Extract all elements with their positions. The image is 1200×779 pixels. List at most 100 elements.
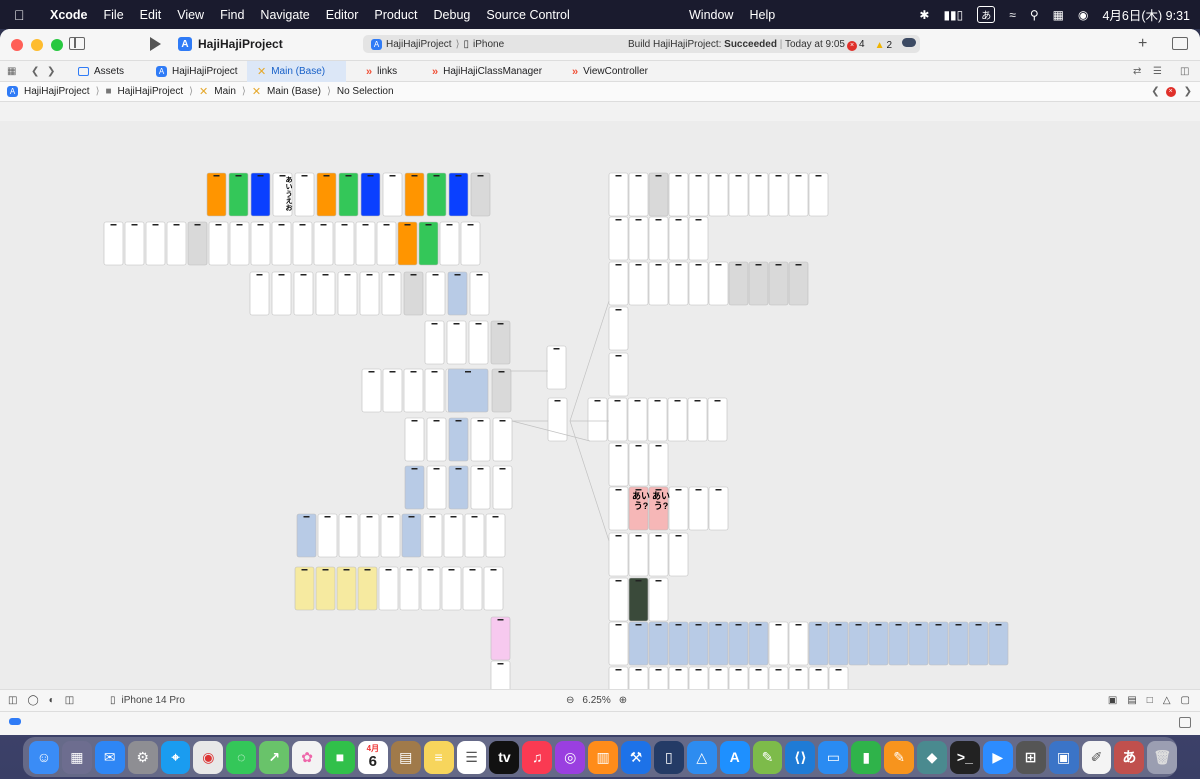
menu-source-control[interactable]: Source Control <box>478 8 577 22</box>
scene-thumbnail[interactable] <box>768 621 789 666</box>
scene-thumbnail[interactable] <box>808 621 829 666</box>
scene-thumbnail[interactable] <box>382 172 403 217</box>
scene-thumbnail[interactable] <box>648 216 669 261</box>
breadcrumb-item[interactable]: No Selection <box>337 86 394 97</box>
xcode-icon[interactable]: ⚒ <box>621 740 651 774</box>
scene-thumbnail[interactable] <box>648 442 669 487</box>
menu-help[interactable]: Help <box>741 8 783 22</box>
spotlight-icon[interactable]: ⚲ <box>1030 8 1039 22</box>
inspector-toggle-icon[interactable] <box>1172 37 1188 50</box>
scene-thumbnail[interactable] <box>968 621 989 666</box>
scene-thumbnail[interactable] <box>422 513 443 558</box>
vscode-icon[interactable]: ⟨⟩ <box>785 740 816 774</box>
scene-thumbnail[interactable] <box>828 621 849 666</box>
scene-thumbnail[interactable] <box>206 172 227 217</box>
scene-thumbnail[interactable] <box>313 221 334 266</box>
scene-thumbnail[interactable] <box>404 417 425 462</box>
menu-debug[interactable]: Debug <box>426 8 479 22</box>
wifi-icon[interactable]: ≈ <box>1009 8 1016 22</box>
split-editor-icon[interactable]: ◫ <box>1180 66 1189 77</box>
scene-thumbnail[interactable] <box>462 566 483 611</box>
scene-thumbnail[interactable] <box>728 172 749 217</box>
warning-count[interactable]: ▲ 2 <box>875 40 892 51</box>
scene-thumbnail[interactable] <box>707 397 728 442</box>
scene-thumbnail[interactable] <box>788 621 809 666</box>
scene-thumbnail[interactable] <box>490 660 511 689</box>
scene-thumbnail[interactable] <box>381 271 402 316</box>
scene-thumbnail[interactable] <box>470 465 491 510</box>
menu-edit[interactable]: Edit <box>132 8 170 22</box>
scene-thumbnail[interactable] <box>420 566 441 611</box>
run-button[interactable] <box>150 37 161 51</box>
resolve-issues-icon[interactable]: △ <box>1163 695 1171 706</box>
scene-thumbnail[interactable] <box>250 221 271 266</box>
scene-thumbnail[interactable] <box>648 532 669 577</box>
scene-thumbnail[interactable] <box>316 172 337 217</box>
reminders-icon[interactable]: ☰ <box>456 740 487 774</box>
tab-links[interactable]: » links <box>356 61 407 82</box>
scene-thumbnail[interactable] <box>315 271 336 316</box>
scene-thumbnail[interactable] <box>868 621 889 666</box>
scene-thumbnail[interactable] <box>418 221 439 266</box>
scene-thumbnail[interactable] <box>608 442 629 487</box>
scene-thumbnail[interactable] <box>103 221 124 266</box>
scene-thumbnail[interactable] <box>426 465 447 510</box>
scene-thumbnail[interactable] <box>359 271 380 316</box>
breadcrumb-item[interactable]: Main <box>214 86 236 97</box>
tab-view-controller[interactable]: » ViewController <box>562 61 658 82</box>
scene-thumbnail[interactable] <box>336 566 357 611</box>
scene-thumbnail[interactable] <box>228 172 249 217</box>
scene-thumbnail[interactable] <box>667 397 688 442</box>
breadcrumb-item[interactable]: HajiHajiProject <box>24 86 90 97</box>
embed-in-icon[interactable]: ▢ <box>1181 695 1190 706</box>
scene-thumbnail[interactable] <box>948 621 969 666</box>
control-center-icon[interactable]: ▦ <box>1053 8 1064 22</box>
scene-thumbnail[interactable] <box>608 532 629 577</box>
maps-icon[interactable]: ↗ <box>259 740 290 774</box>
document-outline-icon[interactable]: ◫ <box>8 695 17 706</box>
scene-thumbnail[interactable] <box>443 513 464 558</box>
scene-thumbnail[interactable] <box>928 621 949 666</box>
scene-thumbnail[interactable] <box>688 621 709 666</box>
scene-thumbnail[interactable] <box>382 368 403 413</box>
storyboard-scenes[interactable] <box>0 121 1200 689</box>
debug-toggle-icon[interactable] <box>9 718 21 725</box>
scene-thumbnail[interactable] <box>608 261 629 306</box>
numbers-icon[interactable]: ▮ <box>851 740 882 774</box>
tab-project[interactable]: A HajiHajiProject <box>146 61 248 82</box>
scene-thumbnail[interactable] <box>401 513 422 558</box>
scene-thumbnail[interactable] <box>271 221 292 266</box>
scene-thumbnail[interactable] <box>208 221 229 266</box>
orientation-icon[interactable]: ◫ <box>65 695 74 706</box>
scene-thumbnail[interactable] <box>687 397 708 442</box>
scene-thumbnail[interactable] <box>361 368 382 413</box>
scene-thumbnail[interactable] <box>768 172 789 217</box>
scene-thumbnail[interactable] <box>648 621 669 666</box>
issue-counts[interactable]: × 4 ▲ 2 <box>847 39 892 51</box>
scene-thumbnail[interactable] <box>292 221 313 266</box>
podcasts-icon[interactable]: ◎ <box>555 740 586 774</box>
scene-thumbnail[interactable] <box>668 216 689 261</box>
debug-area-toggle-icon[interactable] <box>1179 717 1191 728</box>
zoom-out-icon[interactable]: ⊖ <box>566 695 574 706</box>
scene-thumbnail[interactable] <box>483 566 504 611</box>
menu-file[interactable]: File <box>96 8 132 22</box>
finder-icon[interactable]: ☺ <box>29 740 59 774</box>
scene-thumbnail[interactable] <box>145 221 166 266</box>
scene-thumbnail[interactable] <box>404 465 425 510</box>
mail-icon[interactable]: ✉ <box>94 740 125 774</box>
scene-thumbnail[interactable] <box>748 172 769 217</box>
battery-icon[interactable]: ▮▮▯ <box>943 8 963 22</box>
scene-thumbnail[interactable] <box>627 397 648 442</box>
preview-icon[interactable]: ▣ <box>1048 740 1079 774</box>
scene-thumbnail[interactable] <box>688 216 709 261</box>
scene-thumbnail[interactable] <box>337 271 358 316</box>
menu-find[interactable]: Find <box>212 8 252 22</box>
simulator-icon[interactable]: ▯ <box>653 740 684 774</box>
scene-thumbnail[interactable] <box>397 221 418 266</box>
minimize-button[interactable] <box>31 38 43 51</box>
menu-window[interactable]: Window <box>681 8 741 22</box>
scene-thumbnail[interactable] <box>166 221 187 266</box>
scene-thumbnail[interactable] <box>469 271 490 316</box>
kotoeri-icon[interactable]: あ <box>1114 740 1145 774</box>
